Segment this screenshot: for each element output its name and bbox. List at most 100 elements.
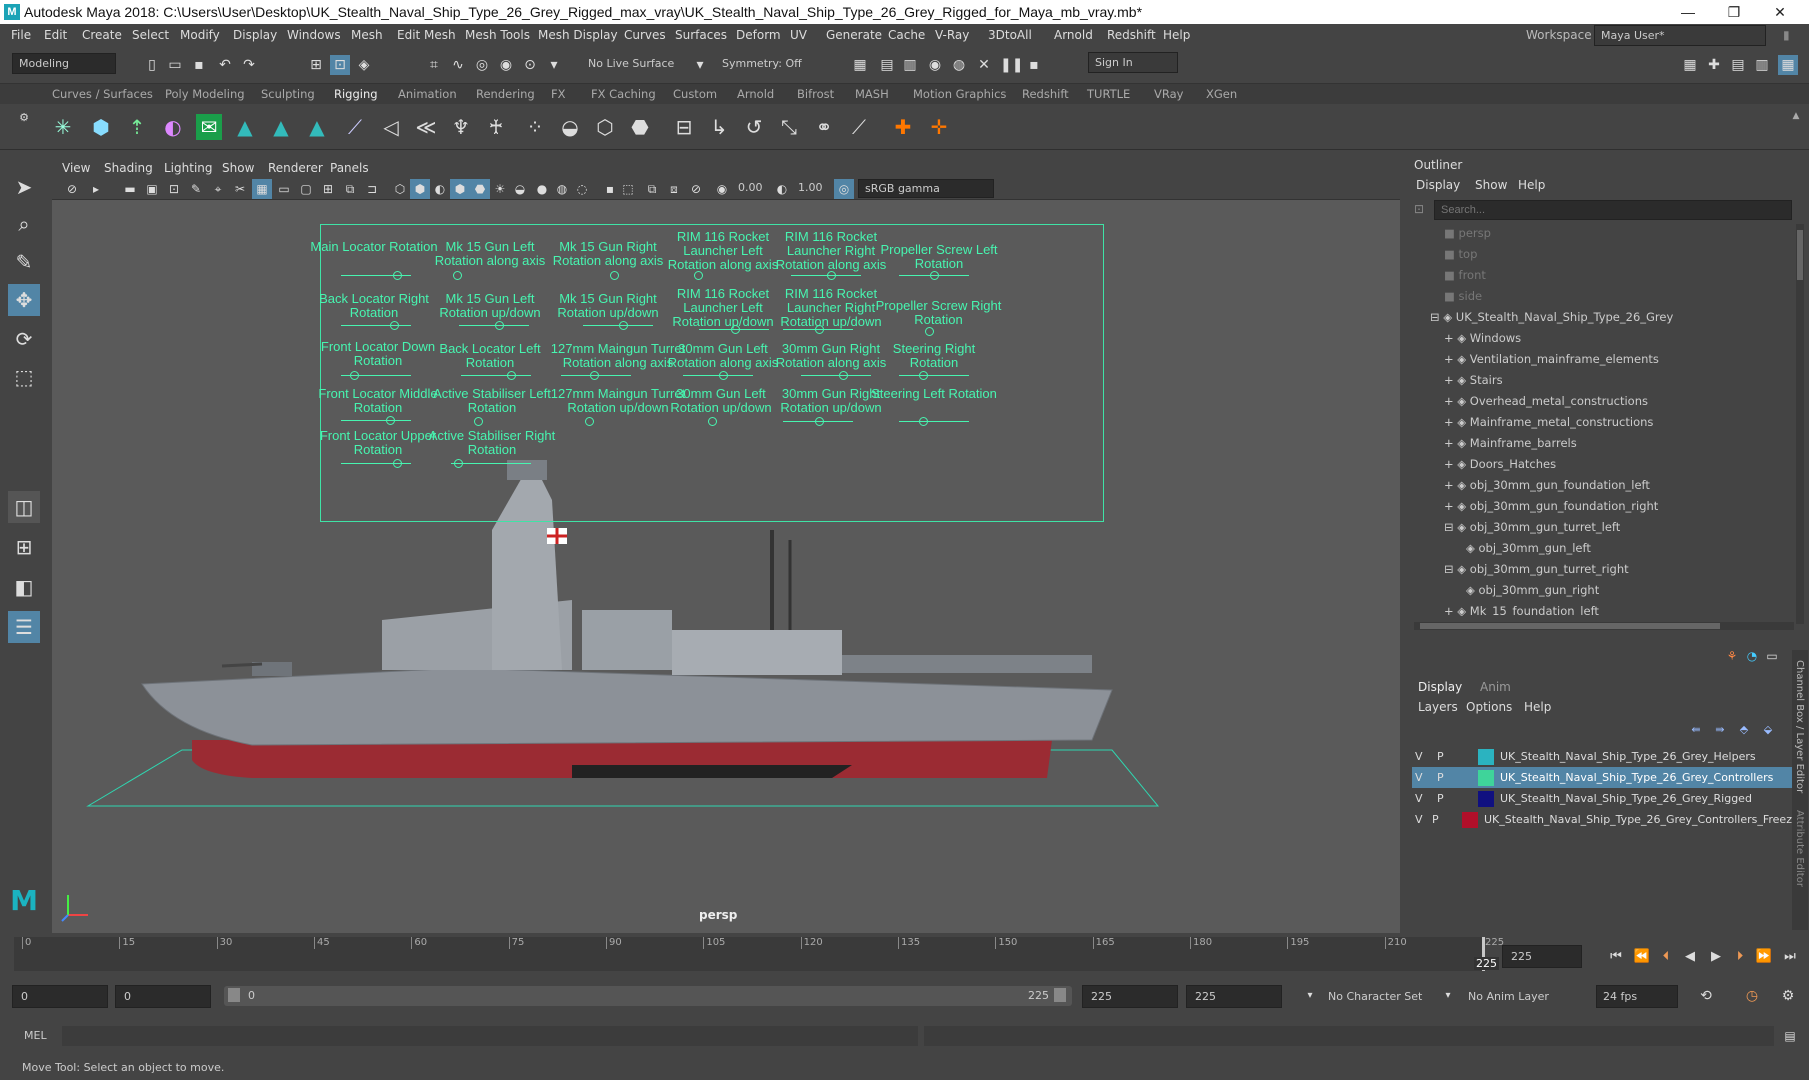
- outliner-hscrollbar[interactable]: [1414, 622, 1794, 630]
- menu-help[interactable]: Help: [1163, 28, 1190, 42]
- collapse-icon[interactable]: ⊟: [1444, 520, 1457, 534]
- tool-settings-icon[interactable]: ▥: [1752, 55, 1772, 75]
- outliner-item-side[interactable]: ■ side: [1444, 289, 1794, 310]
- live-dropdown-icon[interactable]: ▾: [690, 55, 710, 75]
- outliner-item-front[interactable]: ■ front: [1444, 268, 1794, 289]
- channel-box-side-tab[interactable]: Channel Box / Layer Editor: [1794, 660, 1805, 793]
- anim-layer-dropdown[interactable]: No Anim Layer: [1468, 990, 1549, 1003]
- new-scene-icon[interactable]: ▯: [142, 55, 162, 75]
- outliner-scrollbar[interactable]: [1796, 224, 1804, 624]
- single-perspective-layout-icon[interactable]: ◫: [8, 491, 40, 523]
- control-knob-propeller-right[interactable]: [925, 327, 934, 336]
- render-current-icon[interactable]: ▤: [877, 55, 897, 75]
- parent-constraint-icon[interactable]: ⚭: [811, 114, 837, 140]
- exposure-icon[interactable]: ◉: [712, 179, 732, 199]
- shelf-tab-sculpting[interactable]: Sculpting: [261, 87, 315, 101]
- scale-constraint-icon[interactable]: ⤡: [776, 114, 802, 140]
- layer-visibility-toggle[interactable]: V: [1415, 771, 1423, 784]
- outliner-item-30mm-turret-left[interactable]: ⊟ ◈ obj_30mm_gun_turret_left: [1444, 520, 1794, 541]
- outliner-item-root-group[interactable]: ⊟ ◈ UK_Stealth_Naval_Ship_Type_26_Grey: [1430, 310, 1794, 331]
- move-tool-icon[interactable]: ✥: [8, 284, 40, 316]
- bookmark-icon[interactable]: ▬: [120, 179, 140, 199]
- outliner-item-30mm-gun-right[interactable]: ◈ obj_30mm_gun_right: [1466, 583, 1794, 604]
- shelf-tab-animation[interactable]: Animation: [398, 87, 457, 101]
- control-knob-back-locator-left[interactable]: [507, 371, 516, 380]
- auto-key-icon[interactable]: ◷: [1742, 986, 1762, 1006]
- control-knob-main-locator[interactable]: [393, 271, 402, 280]
- layer-playback-toggle[interactable]: P: [1437, 792, 1444, 805]
- expand-icon[interactable]: +: [1444, 394, 1457, 408]
- layer-row-controllers-freeze[interactable]: V P UK_Stealth_Naval_Ship_Type_26_Grey_C…: [1412, 809, 1799, 830]
- close-button[interactable]: ✕: [1757, 0, 1803, 24]
- hyper-icon[interactable]: ▭: [1762, 646, 1782, 666]
- outliner-item-mainframe-metal[interactable]: + ◈ Mainframe_metal_constructions: [1444, 415, 1794, 436]
- shelf-tab-bifrost[interactable]: Bifrost: [797, 87, 834, 101]
- viewport-menu-lighting[interactable]: Lighting: [164, 161, 213, 175]
- menu-display[interactable]: Display: [233, 28, 277, 42]
- layer-tab-anim[interactable]: Anim: [1480, 680, 1511, 694]
- shelf-tab-xgen[interactable]: XGen: [1206, 87, 1237, 101]
- snap-view-icon[interactable]: ◉: [496, 55, 516, 75]
- ik-spline-icon[interactable]: ⇡: [124, 114, 150, 140]
- resolution-gate-icon[interactable]: ▭: [274, 179, 294, 199]
- character-set-icon[interactable]: ▾: [1300, 986, 1320, 1006]
- joint-tool-icon[interactable]: ⟋: [342, 114, 368, 140]
- shelf-tab-mash[interactable]: MASH: [855, 87, 889, 101]
- outliner-item-30mm-foundation-right[interactable]: + ◈ obj_30mm_gun_foundation_right: [1444, 499, 1794, 520]
- menu-3dtoall[interactable]: 3DtoAll: [988, 28, 1032, 42]
- control-knob-front-locator-middle[interactable]: [386, 416, 395, 425]
- gate-mask-icon[interactable]: ▢: [296, 179, 316, 199]
- character-controls-icon[interactable]: ✚: [1704, 55, 1724, 75]
- shelf-tab-poly-modeling[interactable]: Poly Modeling: [165, 87, 245, 101]
- control-knob-maingun-axis[interactable]: [590, 371, 599, 380]
- workspace-dropdown[interactable]: Maya User*: [1594, 25, 1766, 46]
- go-to-start-icon[interactable]: ⏮: [1606, 947, 1626, 967]
- layer-color-swatch[interactable]: [1478, 770, 1494, 786]
- snap-curve-icon[interactable]: ∿: [448, 55, 468, 75]
- viewport-menu-show[interactable]: Show: [222, 161, 254, 175]
- control-knob-30mm-right-axis[interactable]: [839, 371, 848, 380]
- modeling-toolkit-icon[interactable]: ▦: [1680, 55, 1700, 75]
- snap-grid-icon[interactable]: ⌗: [424, 55, 444, 75]
- control-knob-stabiliser-right[interactable]: [454, 459, 463, 468]
- safe-title-icon[interactable]: ⊐: [362, 179, 382, 199]
- layer-playback-toggle[interactable]: P: [1437, 771, 1444, 784]
- layer-visibility-toggle[interactable]: V: [1415, 813, 1423, 826]
- color-management-icon[interactable]: ◎: [834, 179, 854, 199]
- range-slider[interactable]: 0 225: [224, 986, 1072, 1006]
- layer-visibility-toggle[interactable]: V: [1415, 750, 1423, 763]
- menu-mesh-display[interactable]: Mesh Display: [538, 28, 618, 42]
- grid-toggle-icon[interactable]: ⌖: [208, 179, 228, 199]
- paint-weights-icon[interactable]: ✉: [196, 114, 222, 140]
- loop-icon[interactable]: ⟲: [1696, 986, 1716, 1006]
- perspective-viewport[interactable]: Main Locator Rotation Mk 15 Gun Left Rot…: [52, 200, 1400, 933]
- motion-blur-icon[interactable]: ◍: [552, 179, 572, 199]
- image-plane-icon[interactable]: ▣: [142, 179, 162, 199]
- layer-color-swatch[interactable]: [1478, 749, 1494, 765]
- time-slider[interactable]: 0 15 30 45 60 75 90 105 120 135 150 165 180 195 210 225…: [0, 935, 1809, 981]
- mirror-joint-icon[interactable]: ≪: [413, 114, 439, 140]
- lattice-icon[interactable]: ◒: [557, 114, 583, 140]
- outliner-item-doors[interactable]: + ◈ Doors_Hatches: [1444, 457, 1794, 478]
- hypershade-icon[interactable]: ◍: [949, 55, 969, 75]
- layer-playback-toggle[interactable]: P: [1437, 750, 1444, 763]
- time-ruler[interactable]: [14, 937, 1484, 971]
- layer-menu-help[interactable]: Help: [1524, 700, 1551, 714]
- shelf-tab-curves-surfaces[interactable]: Curves / Surfaces: [52, 87, 153, 101]
- snap-live-icon[interactable]: ⊙: [520, 55, 540, 75]
- sign-in-button[interactable]: Sign In: [1088, 52, 1178, 73]
- outliner-item-overhead[interactable]: + ◈ Overhead_metal_constructions: [1444, 394, 1794, 415]
- speed-icon[interactable]: ◔: [1742, 646, 1762, 666]
- outliner-item-30mm-turret-right[interactable]: ⊟ ◈ obj_30mm_gun_turret_right: [1444, 562, 1794, 583]
- select-tool-icon[interactable]: ➤: [8, 171, 40, 203]
- film-gate-icon[interactable]: ✂: [230, 179, 250, 199]
- layer-menu-layers[interactable]: Layers: [1418, 700, 1458, 714]
- attribute-editor-icon[interactable]: ▤: [1728, 55, 1748, 75]
- point-constraint-icon[interactable]: ⊟: [671, 114, 697, 140]
- ambient-occlusion-icon[interactable]: ●: [532, 179, 552, 199]
- shelf-tab-arnold[interactable]: Arnold: [737, 87, 774, 101]
- go-to-end-icon[interactable]: ⏭: [1780, 947, 1800, 967]
- start-time-field[interactable]: 0: [12, 985, 108, 1008]
- xray-icon[interactable]: ⧉: [642, 179, 662, 199]
- playback-prefs-icon[interactable]: ⚙: [1778, 986, 1798, 1006]
